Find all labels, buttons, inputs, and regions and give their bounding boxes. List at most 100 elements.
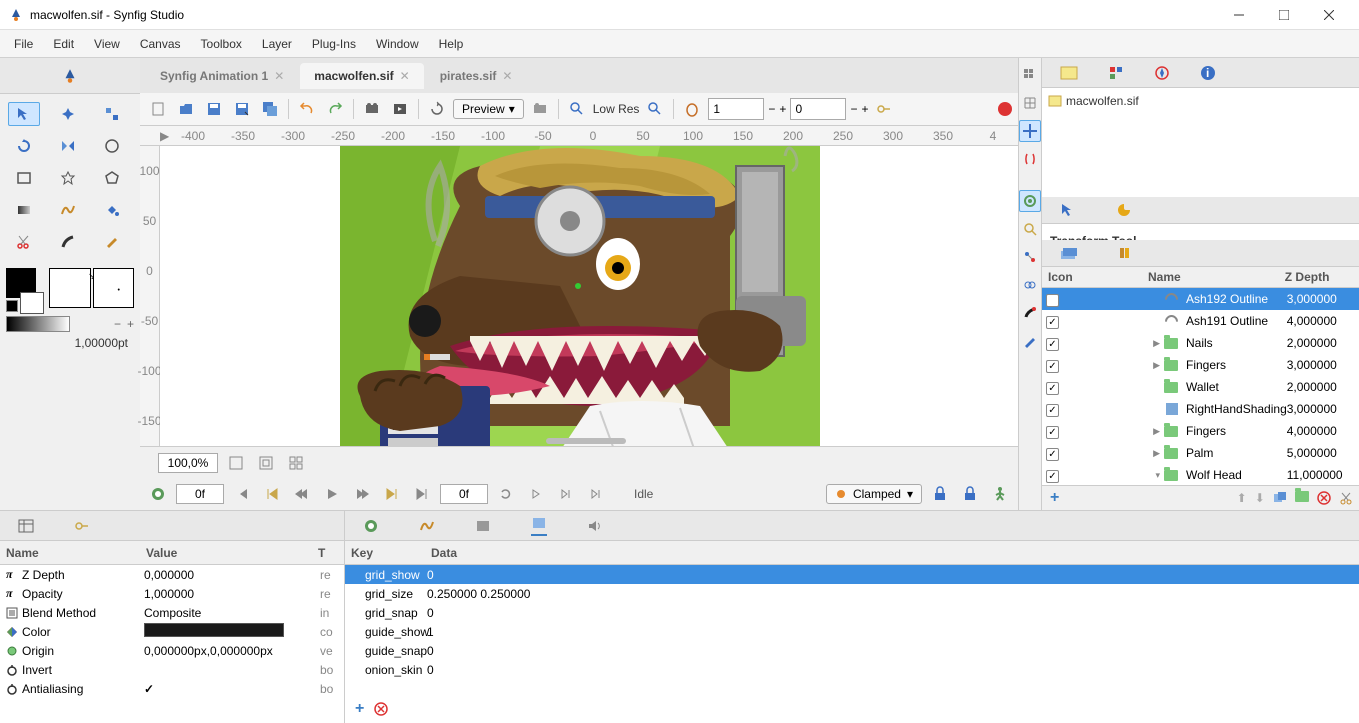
close-button[interactable] [1306,1,1351,29]
meta-delete-button[interactable] [374,702,388,716]
param-value[interactable]: ✓ [144,682,320,696]
meta-list[interactable]: grid_show0grid_size0.250000 0.250000grid… [345,565,1359,695]
seek-prev-key-button[interactable] [260,482,284,506]
refresh-button[interactable] [425,97,449,121]
layer-row[interactable]: ✓▶Fingers4,000000 [1042,420,1359,442]
tab-pirates[interactable]: pirates.sif✕ [426,63,527,89]
menu-view[interactable]: View [84,33,130,55]
canvas-file-item[interactable]: macwolfen.sif [1048,94,1355,108]
meta-row[interactable]: grid_size0.250000 0.250000 [345,584,1359,603]
layer-visible-checkbox[interactable]: ✓ [1046,360,1059,373]
width-icon[interactable] [1019,330,1041,352]
meta-add-button[interactable]: + [355,700,364,718]
lock-keyframes-2-button[interactable] [958,482,982,506]
skeleton-icon[interactable] [1019,218,1041,240]
circle-link-icon[interactable] [1019,274,1041,296]
layer-visible-checkbox[interactable]: ✓ [1046,448,1059,461]
param-row[interactable]: Invertbo [0,660,344,679]
timetrack-tab[interactable] [475,519,491,533]
tool-polygon[interactable] [96,166,128,190]
onion-past-input[interactable] [708,98,764,120]
undo-button[interactable] [295,97,319,121]
layer-down-button[interactable]: ⬇ [1255,491,1265,505]
record-button[interactable] [998,102,1012,116]
sound-tab[interactable] [587,519,603,533]
params-list[interactable]: πZ Depth0,000000reπOpacity1,000000reBlen… [0,565,344,723]
animate-figure-icon[interactable] [988,482,1012,506]
expand-toggle[interactable]: ▶ [1153,426,1160,437]
minus-icon[interactable]: − [850,102,857,116]
layer-row[interactable]: ✓▶Nails2,000000 [1042,332,1359,354]
onion-future-input[interactable] [790,98,846,120]
bones-icon[interactable] [1019,246,1041,268]
layer-row[interactable]: ✓Ash191 Outline4,000000 [1042,310,1359,332]
animate-mode-button[interactable] [146,482,170,506]
bg-color-swatch[interactable] [20,292,44,314]
zoom-100-button[interactable] [254,451,278,475]
minimize-button[interactable] [1216,1,1261,29]
render-preview-button[interactable] [528,97,552,121]
layer-add-button[interactable]: + [1050,489,1059,507]
maximize-button[interactable] [1261,1,1306,29]
tool-smooth-move[interactable] [52,102,84,126]
tab-close-icon[interactable]: ✕ [274,69,284,83]
keyframes-tab[interactable] [363,518,379,534]
save-all-button[interactable] [258,97,282,121]
open-button[interactable] [174,97,198,121]
menu-plugins[interactable]: Plug-Ins [302,33,366,55]
params-tab[interactable] [18,519,34,533]
param-row[interactable]: Origin0,000000px,0,000000pxve [0,641,344,660]
canvas-browser-tab[interactable] [1060,66,1078,80]
expand-toggle[interactable]: ▶ [1153,448,1160,459]
history-tab[interactable] [1108,65,1124,81]
zoom-fit-button[interactable] [224,451,248,475]
param-value[interactable]: 1,000000 [144,587,320,601]
zoom-grid-button[interactable] [284,451,308,475]
brush-icon[interactable] [1019,302,1041,324]
tool-cut[interactable] [8,230,40,254]
plus-icon[interactable]: + [861,102,868,116]
layer-visible-checkbox[interactable]: ✓ [1046,404,1059,417]
meta-row[interactable]: grid_snap0 [345,603,1359,622]
loop-button[interactable] [494,482,518,506]
layer-delete-button[interactable] [1317,491,1331,505]
redo-button[interactable] [323,97,347,121]
save-as-button[interactable] [230,97,254,121]
layer-row[interactable]: ✓▶Palm5,000000 [1042,442,1359,464]
lock-keyframes-button[interactable] [928,482,952,506]
layer-visible-checkbox[interactable]: ✓ [1046,338,1059,351]
scroll-handle[interactable] [546,438,626,444]
menu-edit[interactable]: Edit [43,33,84,55]
layer-up-button[interactable]: ⬆ [1237,491,1247,505]
bounds-next-button[interactable] [554,482,578,506]
tool-mirror[interactable] [52,134,84,158]
layer-row[interactable]: ✓Wallet2,000000 [1042,376,1359,398]
param-row[interactable]: Colorco [0,622,344,641]
meta-row[interactable]: guide_show1 [345,622,1359,641]
children-tab[interactable] [74,518,90,534]
seek-prev-button[interactable] [290,482,314,506]
meta-row[interactable]: onion_skin0 [345,660,1359,679]
param-row[interactable]: Blend MethodCompositein [0,603,344,622]
new-file-button[interactable] [146,97,170,121]
param-value[interactable]: 0,000000px,0,000000px [144,644,320,658]
seek-next-key-button[interactable] [380,482,404,506]
bounds-play-button[interactable] [524,482,548,506]
tool-sketch[interactable] [96,230,128,254]
tab-close-icon[interactable]: ✕ [502,69,512,83]
layer-visible-checkbox[interactable]: ✓ [1046,294,1059,307]
tool-draw[interactable] [52,230,84,254]
layers-tab[interactable] [1060,246,1078,260]
play-button[interactable] [320,482,344,506]
snap-grid-icon[interactable] [1019,92,1041,114]
layers-list[interactable]: ✓Ash192 Outline3,000000✓Ash191 Outline4,… [1042,288,1359,485]
key-icon[interactable] [872,97,896,121]
onion-skin-toggle[interactable] [1019,190,1041,212]
palette-tab[interactable] [1116,202,1132,218]
plus-icon[interactable]: + [779,102,786,116]
pt-plus[interactable]: + [127,317,134,331]
clamped-dropdown[interactable]: Clamped ▾ [826,484,922,504]
param-value[interactable] [144,623,320,640]
onion-skin-icon[interactable] [680,97,704,121]
layer-visible-checkbox[interactable]: ✓ [1046,382,1059,395]
